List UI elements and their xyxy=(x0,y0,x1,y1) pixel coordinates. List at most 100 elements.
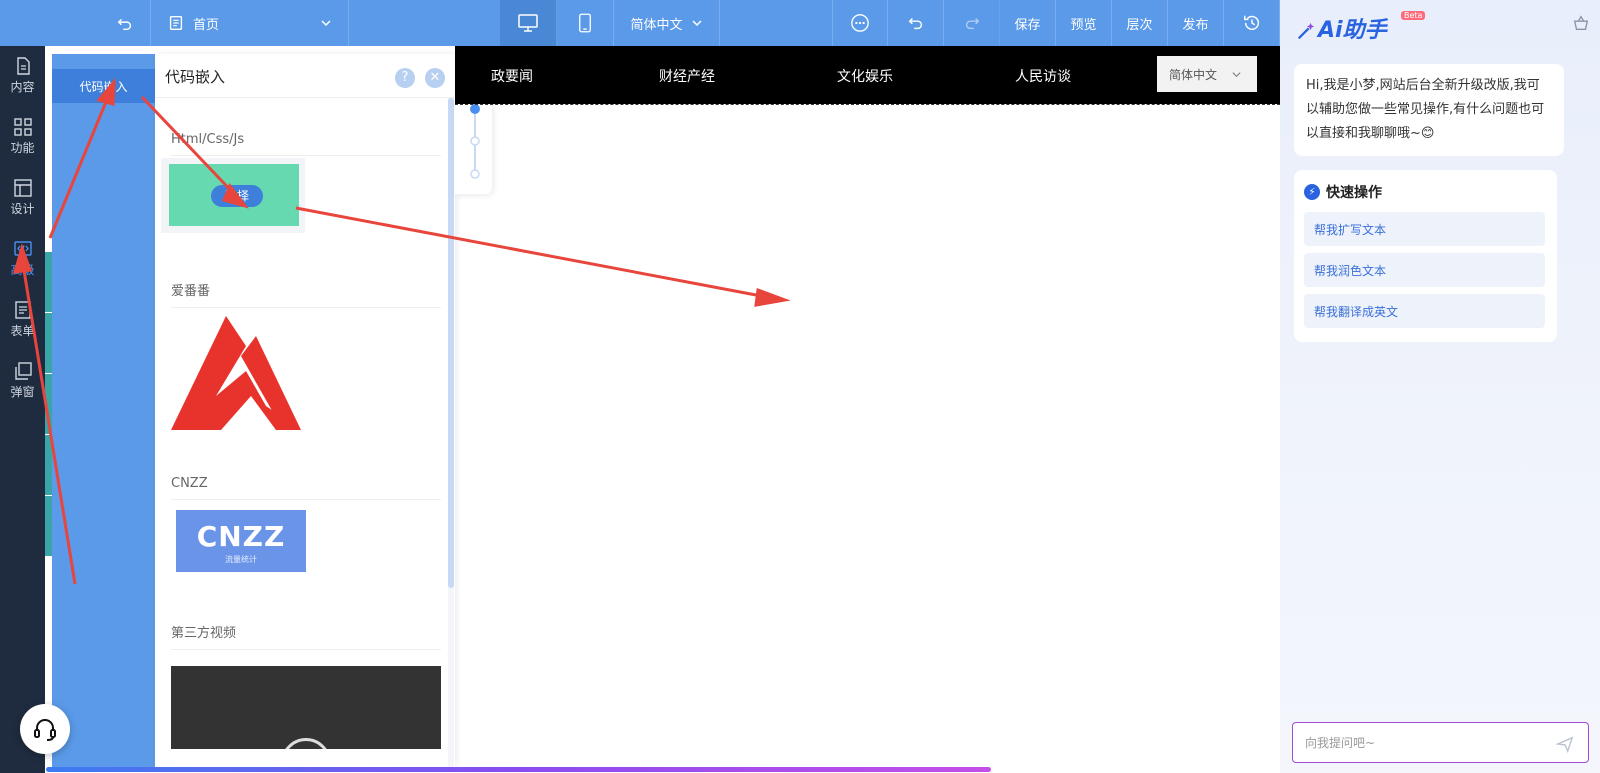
ai-assistant-panel: Ai助手 Beta Hi,我是小梦,网站后台全新升级改版,我可以辅助您做一些常见… xyxy=(1280,0,1600,773)
history-button[interactable] xyxy=(1224,0,1280,46)
sidebar-item-design[interactable]: 设计 xyxy=(0,168,45,228)
language-select[interactable]: 简体中文 xyxy=(614,0,720,46)
customer-support-button[interactable] xyxy=(20,704,70,754)
quick-actions-card: ⚡ 快速操作 帮我扩写文本 帮我润色文本 帮我翻译成英文 xyxy=(1294,170,1557,342)
layers-button[interactable]: 层次 xyxy=(1112,0,1168,46)
quick-action-polish-text[interactable]: 帮我润色文本 xyxy=(1304,253,1545,287)
redo-icon xyxy=(965,17,979,30)
page-icon xyxy=(169,16,183,30)
sidebar-item-label: 高级 xyxy=(10,263,35,277)
sidebar-item-label: 设计 xyxy=(10,202,35,216)
help-button[interactable]: ? xyxy=(395,68,415,88)
ai-greeting-message: Hi,我是小梦,网站后台全新升级改版,我可以辅助您做一些常见操作,有什么问题也可… xyxy=(1294,64,1564,156)
accent-strip xyxy=(45,435,52,495)
html-widget-card[interactable]: 选择 xyxy=(161,158,305,233)
more-icon xyxy=(851,14,869,32)
language-select-label: 简体中文 xyxy=(630,17,683,33)
sidebar-item-content[interactable]: 内容 xyxy=(0,46,45,106)
code-icon xyxy=(13,241,32,256)
cnzz-logo-text: CNZZ xyxy=(196,520,286,553)
desktop-view-button[interactable] xyxy=(500,0,557,46)
nav-item[interactable]: 政要闻 xyxy=(491,66,533,86)
ai-input-placeholder: 向我提问吧~ xyxy=(1305,736,1376,750)
sidebar-item-label: 功能 xyxy=(10,141,35,155)
sidebar-item-popup[interactable]: 弹窗 xyxy=(0,351,45,411)
popup-icon xyxy=(14,362,32,380)
section-title-html: Html/Css/Js xyxy=(171,132,441,156)
site-language-select[interactable]: 简体中文 xyxy=(1157,56,1257,92)
category-tab-code-embed[interactable]: 代码嵌入 xyxy=(52,69,155,103)
mobile-icon xyxy=(579,13,591,33)
top-toolbar: 首页 简体中文 保存 预览 层次 发布 xyxy=(0,0,1280,46)
video-widget-thumbnail[interactable] xyxy=(171,666,441,749)
undo-button[interactable] xyxy=(888,0,944,46)
sparkle-icon xyxy=(1297,22,1315,40)
undo-icon xyxy=(908,17,922,30)
nav-item[interactable]: 人民访谈 xyxy=(1015,66,1071,86)
code-embed-panel: 代码嵌入 ? ✕ Html/Css/Js 选择 爱番番 CNZZ CNZZ 流量… xyxy=(155,54,455,767)
sidebar-item-apps[interactable]: 功能 xyxy=(0,107,45,167)
nav-item[interactable]: 文化娱乐 xyxy=(837,66,893,86)
section-title-aifanfan: 爱番番 xyxy=(171,280,441,308)
undo-arrow-icon xyxy=(117,18,132,31)
sidebar-item-label: 内容 xyxy=(10,80,35,94)
redo-button[interactable] xyxy=(944,0,1000,46)
save-button[interactable]: 保存 xyxy=(1000,0,1056,46)
basket-button[interactable] xyxy=(1572,14,1590,36)
panel-header: 代码嵌入 ? ✕ xyxy=(155,54,455,98)
sidebar-item-advanced[interactable]: 高级 xyxy=(0,229,45,289)
page-select-label: 首页 xyxy=(193,17,220,33)
ai-assistant-title: Ai助手 xyxy=(1296,12,1387,44)
basket-icon xyxy=(1573,15,1589,30)
accent-strip xyxy=(45,374,52,434)
canvas-divider xyxy=(455,104,1280,105)
horizontal-scrollbar[interactable] xyxy=(46,767,991,772)
section-title-cnzz: CNZZ xyxy=(171,476,441,500)
section-title-video: 第三方视频 xyxy=(171,622,441,650)
panel-scrollbar[interactable] xyxy=(448,98,454,767)
quick-action-translate-english[interactable]: 帮我翻译成英文 xyxy=(1304,294,1545,328)
publish-button[interactable]: 发布 xyxy=(1168,0,1224,46)
content-icon xyxy=(16,57,30,75)
left-sidebar: 内容 功能 设计 高级 表单 弹窗 xyxy=(0,46,45,773)
form-icon xyxy=(14,301,31,319)
cnzz-logo-subtext: 流量统计 xyxy=(225,555,257,564)
layout-icon xyxy=(13,179,32,197)
close-button[interactable]: ✕ xyxy=(425,68,445,88)
category-column: 代码嵌入 xyxy=(52,54,155,767)
history-icon xyxy=(1243,15,1259,30)
site-language-label: 简体中文 xyxy=(1169,67,1218,82)
sidebar-item-form[interactable]: 表单 xyxy=(0,290,45,350)
select-button[interactable]: 选择 xyxy=(211,185,263,207)
quick-actions-title: ⚡ 快速操作 xyxy=(1304,182,1382,202)
ai-question-input[interactable]: 向我提问吧~ xyxy=(1292,722,1589,763)
send-icon[interactable] xyxy=(1556,735,1574,753)
quick-action-expand-text[interactable]: 帮我扩写文本 xyxy=(1304,212,1545,246)
bolt-icon: ⚡ xyxy=(1304,184,1320,200)
beta-badge: Beta xyxy=(1401,11,1426,20)
preview-button[interactable]: 预览 xyxy=(1056,0,1112,46)
mobile-view-button[interactable] xyxy=(557,0,614,46)
nav-item[interactable]: 财经产经 xyxy=(659,66,715,86)
cnzz-logo[interactable]: CNZZ 流量统计 xyxy=(176,510,306,572)
desktop-icon xyxy=(518,14,538,32)
scrollbar-thumb[interactable] xyxy=(448,98,454,588)
play-icon xyxy=(281,738,331,749)
back-button[interactable] xyxy=(100,0,151,46)
page-select[interactable]: 首页 xyxy=(151,0,349,46)
more-button[interactable] xyxy=(832,0,888,46)
sidebar-item-label: 弹窗 xyxy=(10,385,35,399)
chevron-down-icon xyxy=(1232,71,1241,77)
panel-title: 代码嵌入 xyxy=(165,68,226,86)
aifanfan-logo-icon xyxy=(171,316,301,430)
accent-strip xyxy=(45,313,52,373)
apps-icon xyxy=(13,118,32,136)
annotation-arrow-head xyxy=(754,287,791,307)
accent-strip xyxy=(45,252,52,312)
accent-strip xyxy=(45,496,52,556)
headset-icon xyxy=(34,719,56,741)
sidebar-item-label: 表单 xyxy=(10,324,35,338)
aifanfan-logo[interactable] xyxy=(171,316,301,430)
ai-title-text: Ai助手 xyxy=(1318,18,1387,43)
chevron-down-icon xyxy=(321,20,331,27)
